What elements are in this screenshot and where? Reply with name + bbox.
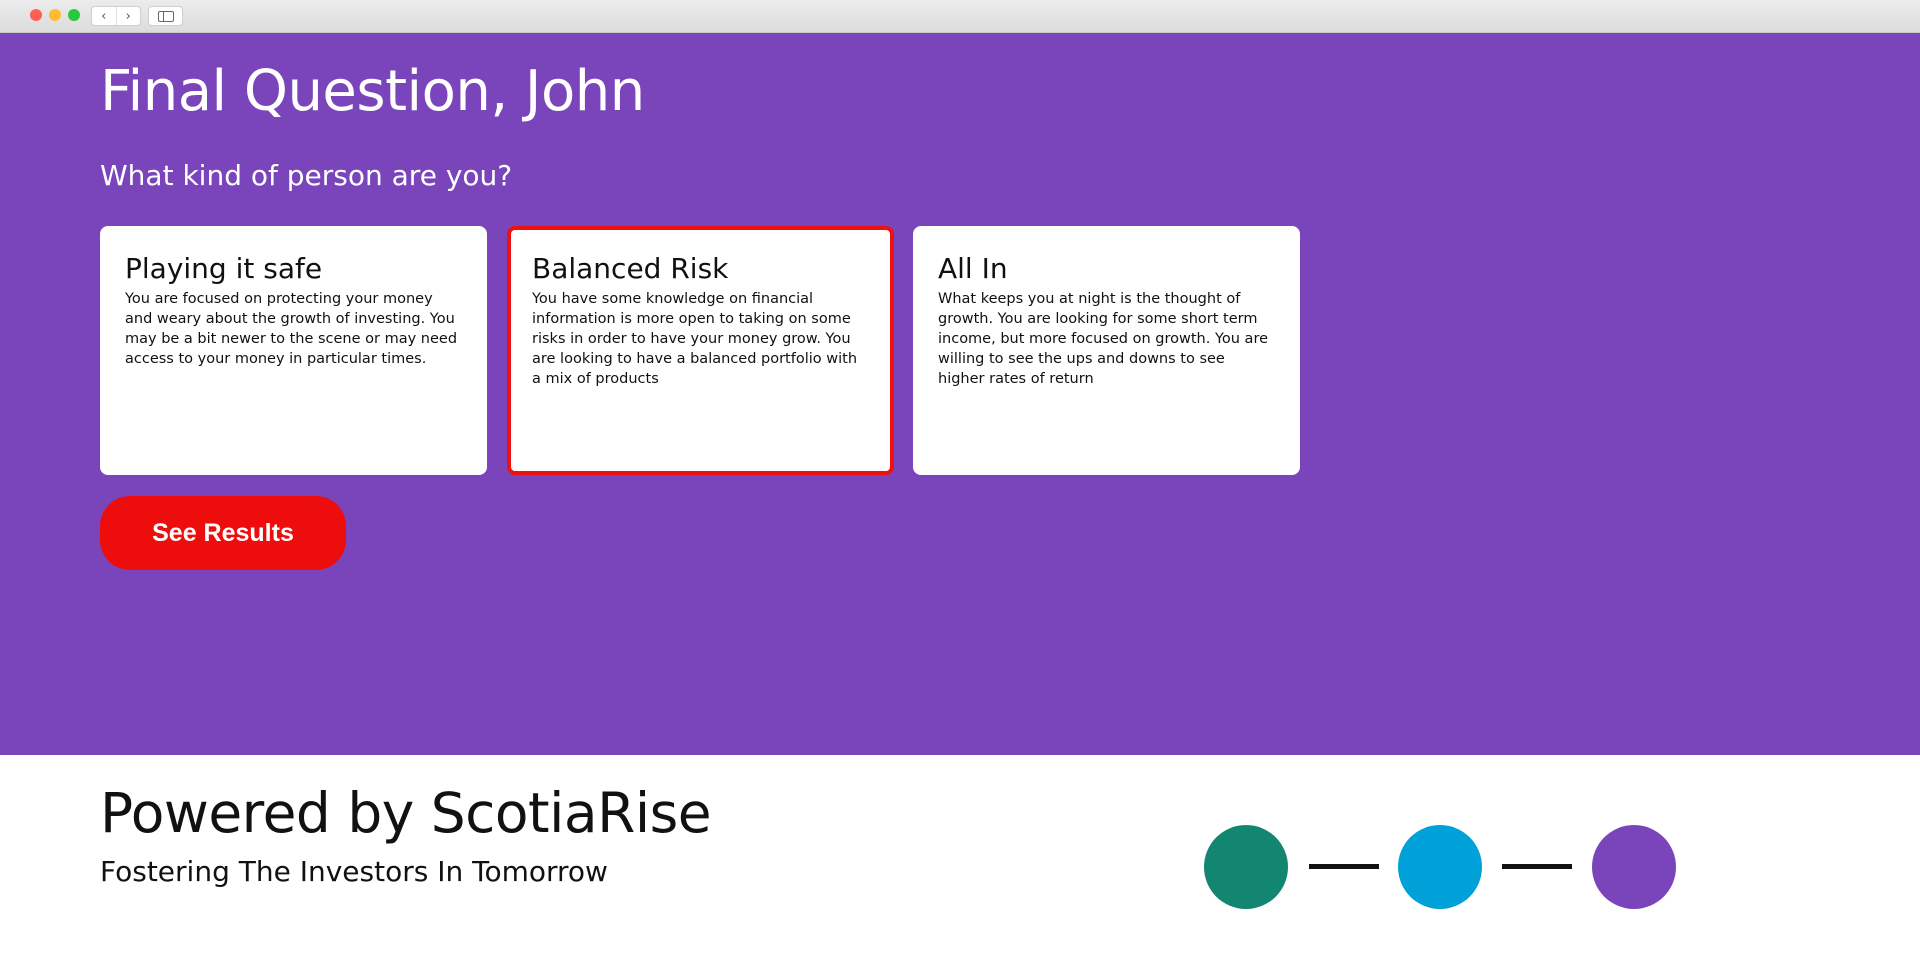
progress-step-1 <box>1204 825 1288 909</box>
option-title: Playing it safe <box>125 252 323 285</box>
footer: Powered by ScotiaRise Fostering The Inve… <box>0 755 1920 975</box>
question-section: Final Question, John What kind of person… <box>0 33 1920 755</box>
progress-connector <box>1309 864 1379 869</box>
option-card-all-in[interactable]: All In What keeps you at night is the th… <box>913 226 1300 475</box>
option-description: You are focused on protecting your money… <box>125 291 458 367</box>
option-title: All In <box>938 252 1008 285</box>
option-description: You have some knowledge on financial inf… <box>532 291 858 387</box>
back-icon[interactable]: ‹ <box>92 7 116 25</box>
progress-step-2 <box>1398 825 1482 909</box>
maximize-window-button[interactable] <box>68 9 80 21</box>
see-results-button[interactable]: See Results <box>100 496 346 570</box>
option-card-playing-it-safe[interactable]: Playing it safe You are focused on prote… <box>100 226 487 475</box>
navigation-buttons: ‹ › <box>91 6 141 26</box>
page-title: Final Question, John <box>100 59 645 124</box>
brand-name: Powered by ScotiaRise <box>100 781 712 845</box>
option-card-balanced-risk[interactable]: Balanced Risk You have some knowledge on… <box>507 226 894 475</box>
browser-toolbar: ‹ › <box>0 0 1920 33</box>
progress-step-3 <box>1592 825 1676 909</box>
progress-connector <box>1502 864 1572 869</box>
close-window-button[interactable] <box>30 9 42 21</box>
question-text: What kind of person are you? <box>100 159 513 192</box>
forward-icon[interactable]: › <box>115 7 141 25</box>
option-title: Balanced Risk <box>532 252 729 285</box>
sidebar-icon <box>157 10 174 22</box>
tagline: Fostering The Investors In Tomorrow <box>100 855 608 888</box>
sidebar-toggle-button[interactable] <box>148 6 183 26</box>
option-description: What keeps you at night is the thought o… <box>938 291 1269 387</box>
minimize-window-button[interactable] <box>49 9 61 21</box>
